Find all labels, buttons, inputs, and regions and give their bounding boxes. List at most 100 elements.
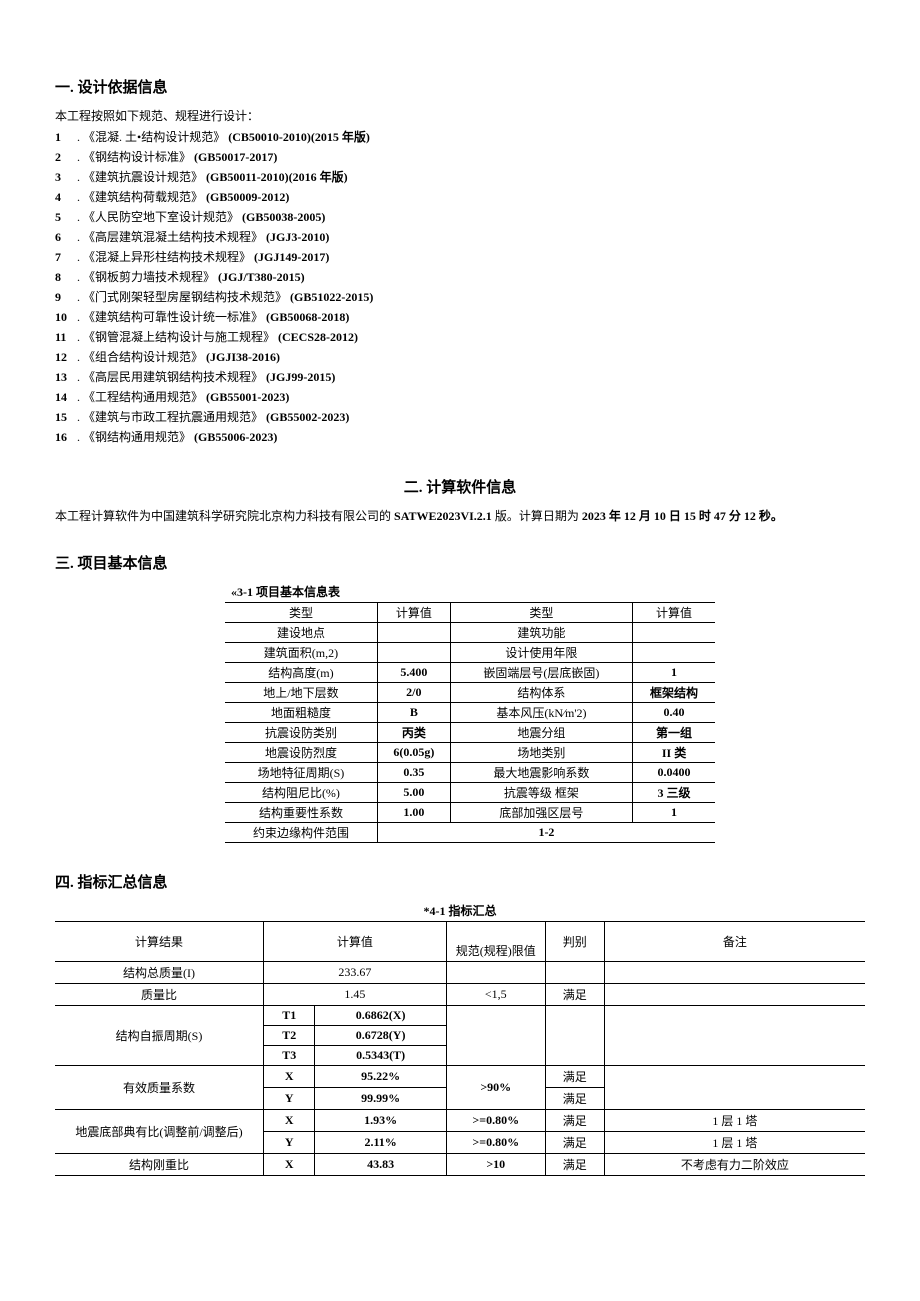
t31-cell: 结构高度(m): [225, 663, 377, 683]
t41-seis-yn: 1 层 1 塔: [604, 1132, 865, 1154]
t41-stiff-j: 满足: [545, 1154, 604, 1176]
t31-cell: 嵌固端层号(层底嵌固): [450, 663, 632, 683]
t41-stiff-label: 结构刚重比: [55, 1154, 264, 1176]
t31-cell: 底部加强区层号: [450, 803, 632, 823]
t41-em-lim: >90%: [446, 1066, 545, 1110]
t31-cell: 约束边缘构件范围: [225, 823, 377, 843]
t31-cell: 结构阻尼比(%): [225, 783, 377, 803]
section2-title: 二. 计算软件信息: [55, 476, 865, 497]
t31-cell: 1-2: [377, 823, 715, 843]
t41-h-judge: 判别: [545, 922, 604, 962]
t31-cell: [377, 643, 450, 663]
spec-list: 1. 《混凝. 土•结构设计规范》 (CB50010-2010)(2015 年版…: [55, 128, 865, 445]
spec-item: 1. 《混凝. 土•结构设计规范》 (CB50010-2010)(2015 年版…: [55, 128, 865, 145]
t41-seis-xj: 满足: [545, 1110, 604, 1132]
spec-item: 3. 《建筑抗震设计规范》 (GB50011-2010)(2016 年版): [55, 168, 865, 185]
spec-item: 4. 《建筑结构荷载规范》 (GB50009-2012): [55, 188, 865, 205]
t31-cell: 基本风压(kN∕m'2): [450, 703, 632, 723]
t41-T3v: 0.5343(T): [315, 1046, 446, 1066]
section1-title: 一. 设计依据信息: [55, 76, 865, 97]
t41-period-label: 结构自振周期(S): [55, 1006, 264, 1066]
t31-cell: 类型: [225, 603, 377, 623]
t41-h-value: 计算值: [264, 922, 447, 962]
spec-item: 10. 《建筑结构可靠性设计统一标准》 (GB50068-2018): [55, 308, 865, 325]
section3-title: 三. 项目基本信息: [55, 552, 865, 573]
t41-seis-label: 地震底部典有比(调整前/调整后): [55, 1110, 264, 1154]
t31-cell: 结构重要性系数: [225, 803, 377, 823]
spec-item: 9. 《门式刚架轻型房屋钢结构技术规范》 (GB51022-2015): [55, 288, 865, 305]
spec-item: 8. 《钢板剪力墙技术规程》 (JGJ/T380-2015): [55, 268, 865, 285]
t41-seis-xv: 1.93%: [315, 1110, 446, 1132]
t31-cell: [633, 643, 715, 663]
t31-cell: 地上/地下层数: [225, 683, 377, 703]
t31-cell: II 类: [633, 743, 715, 763]
t31-cell: 5.400: [377, 663, 450, 683]
t41-em-yv: 99.99%: [315, 1088, 446, 1110]
t41-em-x: X: [264, 1066, 315, 1088]
t41-seis-y: Y: [264, 1132, 315, 1154]
t31-cell: 1: [633, 803, 715, 823]
spec-item: 15. 《建筑与市政工程抗震通用规范》 (GB55002-2023): [55, 408, 865, 425]
sec2-software: SATWE2023VI.2.1: [394, 509, 492, 523]
t31-cell: [633, 623, 715, 643]
t31-cell: 0.35: [377, 763, 450, 783]
t31-cell: 建筑面积(m,2): [225, 643, 377, 663]
t31-cell: 结构体系: [450, 683, 632, 703]
t41-ratio-lim: <1,5: [446, 984, 545, 1006]
t31-cell: 建设地点: [225, 623, 377, 643]
t31-cell: 地面粗糙度: [225, 703, 377, 723]
t41-em-xj: 满足: [545, 1066, 604, 1088]
table41: 计算结果 计算值 判别 备注 规范(规程)限值 结构总质量(I) 233.67 …: [55, 921, 865, 1176]
t41-T3: T3: [264, 1046, 315, 1066]
t41-stiff-lim: >10: [446, 1154, 545, 1176]
t31-cell: 5.00: [377, 783, 450, 803]
t31-cell: 3 三级: [633, 783, 715, 803]
t31-cell: 场地类别: [450, 743, 632, 763]
spec-item: 14. 《工程结构通用规范》 (GB55001-2023): [55, 388, 865, 405]
t41-seis-x: X: [264, 1110, 315, 1132]
t41-ratio-label: 质量比: [55, 984, 264, 1006]
t41-T2v: 0.6728(Y): [315, 1026, 446, 1046]
t41-h-limit: 规范(规程)限值: [446, 940, 545, 962]
t41-em-xv: 95.22%: [315, 1066, 446, 1088]
t41-h-result: 计算结果: [55, 922, 264, 962]
t31-cell: 抗震等级 框架: [450, 783, 632, 803]
t31-cell: 设计使用年限: [450, 643, 632, 663]
spec-item: 16. 《钢结构通用规范》 (GB55006-2023): [55, 428, 865, 445]
t41-ratio-j: 满足: [545, 984, 604, 1006]
t31-cell: 建筑功能: [450, 623, 632, 643]
t41-stiff-d: X: [264, 1154, 315, 1176]
t31-cell: 计算值: [633, 603, 715, 623]
t31-cell: 丙类: [377, 723, 450, 743]
sec2-date: 2023 年 12 月 10 日 15 时 47 分 12 秒。: [582, 509, 783, 523]
t31-cell: 框架结构: [633, 683, 715, 703]
table41-title: *4-1 指标汇总: [55, 902, 865, 919]
t41-ratio-val: 1.45: [264, 984, 447, 1006]
t31-cell: 抗震设防类别: [225, 723, 377, 743]
t41-seis-yj: 满足: [545, 1132, 604, 1154]
section1-intro: 本工程按照如下规范、规程进行设计：: [55, 107, 865, 124]
t41-stiff-n: 不考虑有力二阶效应: [604, 1154, 865, 1176]
t31-cell: 0.0400: [633, 763, 715, 783]
t31-cell: 计算值: [377, 603, 450, 623]
spec-item: 7. 《混凝上异形柱结构技术规程》 (JGJ149-2017): [55, 248, 865, 265]
table31: 类型计算值类型计算值建设地点建筑功能建筑面积(m,2)设计使用年限结构高度(m)…: [225, 602, 715, 843]
t31-cell: 类型: [450, 603, 632, 623]
t41-em-y: Y: [264, 1088, 315, 1110]
t31-cell: 6(0.05g): [377, 743, 450, 763]
spec-item: 6. 《高层建筑混凝土结构技术规程》 (JGJ3-2010): [55, 228, 865, 245]
t31-cell: 地震设防烈度: [225, 743, 377, 763]
spec-item: 5. 《人民防空地下室设计规范》 (GB50038-2005): [55, 208, 865, 225]
section2-text: 本工程计算软件为中国建筑科学研究院北京构力科技有限公司的 SATWE2023VI…: [55, 507, 865, 524]
t41-seis-ylim: >=0.80%: [446, 1132, 545, 1154]
t41-effmass-label: 有效质量系数: [55, 1066, 264, 1110]
t41-T1: T1: [264, 1006, 315, 1026]
sec2-prefix: 本工程计算软件为中国建筑科学研究院北京构力科技有限公司的: [55, 509, 394, 523]
t41-T1v: 0.6862(X): [315, 1006, 446, 1026]
t31-cell: 1.00: [377, 803, 450, 823]
t31-cell: 地震分组: [450, 723, 632, 743]
t41-T2: T2: [264, 1026, 315, 1046]
t41-mass-label: 结构总质量(I): [55, 962, 264, 984]
sec2-mid: 版。计算日期为: [492, 509, 582, 523]
t41-stiff-v: 43.83: [315, 1154, 446, 1176]
